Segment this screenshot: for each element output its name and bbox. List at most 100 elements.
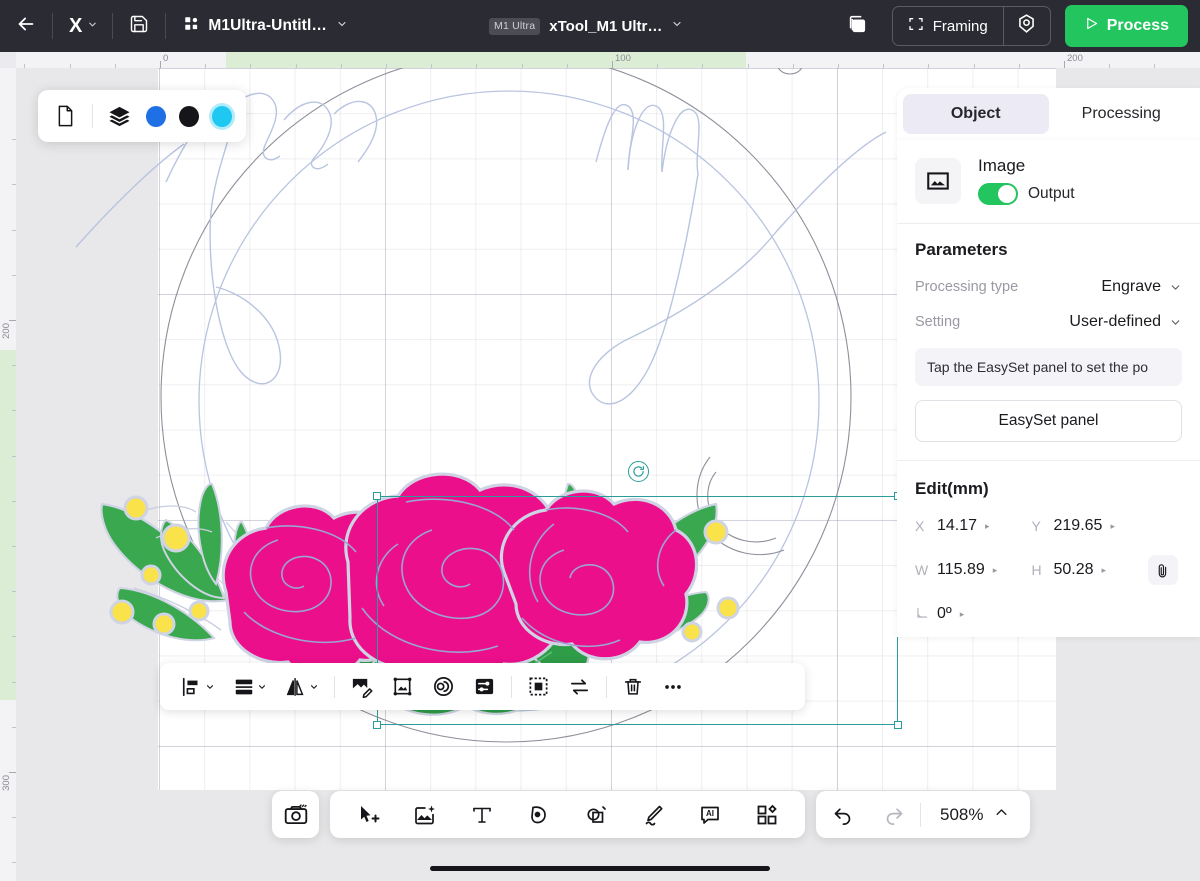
chevron-up-icon (994, 805, 1009, 825)
resize-handle-tl[interactable] (373, 492, 381, 500)
flip-button[interactable] (276, 663, 328, 710)
device-chip: M1 Ultra (489, 17, 541, 35)
link-ratio-icon[interactable] (1148, 555, 1178, 585)
top-bar: X M1Ultra-Untitl… M1 Ultra xTool_M1 Ultr… (0, 0, 1200, 52)
caret-right-icon: ▸ (959, 608, 965, 619)
chevron-down-icon (87, 17, 98, 35)
framing-brackets-icon (908, 16, 924, 36)
apps-tool[interactable] (745, 793, 789, 837)
processing-type-row: Processing type Engrave (915, 278, 1182, 296)
contour-button[interactable] (423, 663, 464, 710)
tab-processing[interactable]: Processing (1049, 94, 1195, 134)
y-field[interactable]: Y 219.65 ▸ (1032, 517, 1149, 535)
image-tool[interactable] (403, 793, 447, 837)
toggle-knob (998, 185, 1016, 203)
grid-blocks-icon (184, 16, 199, 36)
floppy-save-icon (129, 14, 149, 39)
image-thumb-icon (915, 157, 961, 204)
more-button[interactable] (653, 663, 693, 710)
object-type-label: Image (978, 156, 1026, 175)
rotate-handle-icon[interactable] (628, 461, 649, 482)
processing-type-select[interactable]: Engrave (1101, 278, 1182, 296)
w-value: 115.89 (937, 561, 985, 578)
easyset-hint: Tap the EasySet panel to set the po (915, 348, 1182, 386)
layers-stack-icon[interactable] (106, 105, 133, 128)
ruler-horizontal[interactable]: 0 100 200 (0, 52, 1200, 68)
pen-tool[interactable] (517, 793, 561, 837)
setting-label: Setting (915, 314, 961, 330)
arrow-left-icon (15, 13, 37, 40)
layer-color-bar (38, 90, 246, 142)
ai-tool[interactable]: AI (688, 793, 732, 837)
svg-text:AI: AI (706, 809, 714, 818)
crop-image-button[interactable] (382, 663, 423, 710)
file-page-icon[interactable] (52, 104, 79, 128)
setting-value: User-defined (1069, 313, 1161, 330)
x-key: X (915, 518, 925, 534)
resize-handle-bl[interactable] (373, 721, 381, 729)
home-indicator (430, 866, 770, 871)
redo-button[interactable] (868, 791, 920, 838)
color-swatch-blue[interactable] (145, 105, 166, 127)
setting-select[interactable]: User-defined (1069, 313, 1182, 331)
color-swatch-cyan[interactable] (211, 105, 232, 127)
x-value: 14.17 (937, 517, 978, 534)
x-field[interactable]: X 14.17 ▸ (915, 517, 1032, 535)
rotation-value: 0º (937, 605, 952, 622)
parameters-section: Parameters Processing type Engrave Setti… (897, 224, 1200, 442)
caret-right-icon: ▸ (992, 564, 998, 575)
ruler-corner (0, 52, 16, 68)
undo-button[interactable] (816, 791, 868, 838)
play-triangle-icon (1084, 16, 1099, 36)
zoom-level-label: 508% (940, 804, 984, 824)
ruler-label: 200 (1067, 53, 1083, 64)
ruler-label: 100 (615, 53, 631, 64)
zoom-bar: 508% (816, 791, 1030, 838)
swap-order-button[interactable] (559, 663, 600, 710)
duplicate-icon (846, 13, 868, 40)
selection-toolbar (160, 663, 805, 710)
processing-type-value: Engrave (1101, 278, 1161, 295)
duplicate-button[interactable] (836, 5, 878, 47)
align-vertical-button[interactable] (224, 663, 276, 710)
width-field[interactable]: W 115.89 ▸ (915, 561, 1032, 579)
select-tool[interactable] (346, 793, 390, 837)
device-selector[interactable]: M1 Ultra xTool_M1 Ultr… (489, 17, 683, 35)
draw-tool[interactable] (631, 793, 675, 837)
divider (91, 104, 93, 128)
project-menu[interactable]: M1Ultra-Untitl… (166, 16, 348, 36)
camera-button[interactable] (272, 791, 319, 838)
save-button[interactable] (113, 0, 165, 52)
ruler-vertical[interactable]: 200 300 (0, 52, 16, 881)
rotation-field[interactable]: 0º ▸ (915, 605, 1032, 623)
resize-handle-br[interactable] (894, 721, 902, 729)
zoom-level-control[interactable]: 508% (921, 805, 1009, 825)
ruler-label: 300 (1, 775, 12, 791)
brand-menu[interactable]: X (53, 15, 112, 38)
divider (511, 675, 512, 698)
process-button[interactable]: Process (1064, 5, 1188, 47)
tab-object[interactable]: Object (903, 94, 1049, 134)
edit-image-button[interactable] (341, 663, 382, 710)
process-label: Process (1106, 17, 1169, 34)
framing-button[interactable]: Framing (893, 7, 1003, 45)
easyset-panel-button[interactable]: EasySet panel (915, 400, 1182, 442)
shape-tool[interactable] (574, 793, 618, 837)
delete-button[interactable] (613, 663, 653, 710)
target-button[interactable] (1004, 7, 1050, 45)
image-settings-button[interactable] (464, 663, 505, 710)
xtool-logo-icon: X (69, 14, 82, 37)
processing-type-label: Processing type (915, 279, 1019, 295)
select-area-button[interactable] (518, 663, 559, 710)
panel-tabs: Object Processing (897, 88, 1200, 140)
align-horizontal-button[interactable] (172, 663, 224, 710)
output-label: Output (1028, 185, 1075, 202)
color-swatch-black[interactable] (178, 105, 199, 127)
height-field[interactable]: H 50.28 ▸ (1032, 561, 1149, 579)
text-tool[interactable] (460, 793, 504, 837)
back-button[interactable] (0, 0, 52, 52)
tool-palette: AI (330, 791, 805, 838)
output-toggle[interactable] (978, 183, 1018, 205)
top-bar-actions: Framing Process (836, 5, 1188, 47)
device-name-label: xTool_M1 Ultr… (549, 17, 663, 35)
